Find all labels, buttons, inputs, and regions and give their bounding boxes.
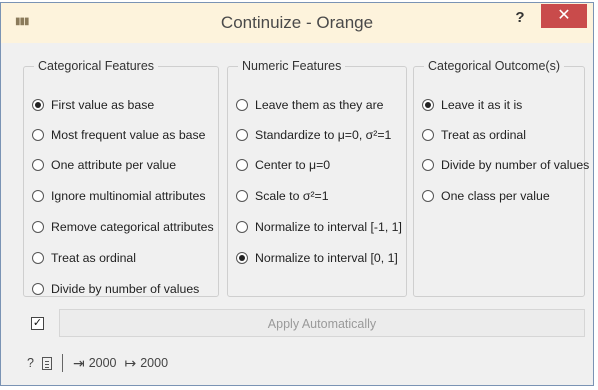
report-icon[interactable] (41, 356, 52, 370)
apply-button[interactable]: Apply Automatically (59, 309, 585, 337)
radio-label: Center to μ=0 (255, 158, 331, 172)
radio-normalize-minus1-1[interactable]: Normalize to interval [-1, 1] (236, 217, 402, 237)
radio-one-attribute-per-value[interactable]: One attribute per value (32, 155, 176, 175)
radio-label: Normalize to interval [-1, 1] (255, 220, 402, 234)
radio-label: Leave it as it is (441, 98, 523, 112)
categorical-outcome-group: Categorical Outcome(s) Leave it as it is… (413, 59, 589, 297)
radio-label: One class per value (441, 189, 550, 203)
radio-icon[interactable] (32, 99, 44, 111)
radio-icon[interactable] (32, 129, 44, 141)
radio-icon[interactable] (236, 252, 248, 264)
status-bar: ? ⇥ 2000 ↦ 2000 (27, 352, 176, 374)
radio-icon[interactable] (422, 129, 434, 141)
help-icon[interactable]: ? (27, 356, 34, 370)
radio-label: Leave them as they are (255, 98, 384, 112)
radio-icon[interactable] (236, 159, 248, 171)
radio-icon[interactable] (32, 283, 44, 295)
radio-label: Remove categorical attributes (51, 220, 214, 234)
radio-center[interactable]: Center to μ=0 (236, 155, 330, 175)
radio-outcome-treat-as-ordinal[interactable]: Treat as ordinal (422, 125, 526, 145)
input-count: 2000 (88, 356, 117, 370)
radio-most-frequent-value[interactable]: Most frequent value as base (32, 125, 206, 145)
output-arrow-icon: ↦ (124, 354, 137, 371)
numeric-features-label: Numeric Features (242, 59, 342, 73)
radio-label: Treat as ordinal (51, 251, 136, 265)
radio-label: Most frequent value as base (51, 128, 206, 142)
radio-label: One attribute per value (51, 158, 177, 172)
radio-icon[interactable] (236, 190, 248, 202)
radio-icon[interactable] (236, 221, 248, 233)
categorical-features-label: Categorical Features (38, 59, 155, 73)
radio-one-class-per-value[interactable]: One class per value (422, 186, 550, 206)
categorical-outcome-label: Categorical Outcome(s) (428, 59, 560, 73)
radio-icon[interactable] (422, 99, 434, 111)
radio-ignore-multinomial[interactable]: Ignore multinomial attributes (32, 186, 205, 206)
radio-label: Divide by number of values (441, 158, 590, 172)
window-title: Continuize - Orange (220, 13, 374, 32)
radio-icon[interactable] (422, 159, 434, 171)
title-bar: ▮▮▮ Continuize - Orange ? ✕ (1, 3, 593, 43)
radio-label: Ignore multinomial attributes (51, 189, 206, 203)
radio-normalize-0-1[interactable]: Normalize to interval [0, 1] (236, 248, 398, 268)
input-summary: ⇥ 2000 (73, 355, 117, 372)
categorical-features-group: Categorical Features First value as base… (23, 59, 219, 297)
radio-icon[interactable] (32, 221, 44, 233)
radio-icon[interactable] (236, 129, 248, 141)
radio-label: Divide by number of values (51, 282, 200, 296)
radio-icon[interactable] (32, 159, 44, 171)
apply-automatically-checkbox[interactable]: ✓ (31, 317, 44, 330)
widget-content: Categorical Features First value as base… (1, 43, 593, 385)
output-summary: ↦ 2000 (125, 355, 169, 372)
radio-leave-it-as-it-is[interactable]: Leave it as it is (422, 95, 522, 115)
input-arrow-icon: ⇥ (72, 354, 85, 371)
radio-icon[interactable] (422, 190, 434, 202)
radio-leave-as-they-are[interactable]: Leave them as they are (236, 95, 384, 115)
radio-divide-by-number[interactable]: Divide by number of values (32, 279, 199, 299)
radio-icon[interactable] (32, 252, 44, 264)
radio-label: Scale to σ²=1 (255, 189, 329, 203)
close-button[interactable]: ✕ (541, 4, 587, 28)
document-icon (41, 356, 52, 370)
radio-label: First value as base (51, 98, 155, 112)
output-count: 2000 (140, 356, 169, 370)
status-divider (61, 354, 63, 372)
continuize-window: ▮▮▮ Continuize - Orange ? ✕ Categorical … (0, 2, 594, 386)
radio-label: Treat as ordinal (441, 128, 526, 142)
radio-icon[interactable] (32, 190, 44, 202)
radio-label: Normalize to interval [0, 1] (255, 251, 398, 265)
radio-treat-as-ordinal[interactable]: Treat as ordinal (32, 248, 136, 268)
radio-standardize[interactable]: Standardize to μ=0, σ²=1 (236, 125, 391, 145)
radio-label: Standardize to μ=0, σ²=1 (255, 128, 392, 142)
radio-outcome-divide-by-number[interactable]: Divide by number of values (422, 155, 589, 175)
numeric-features-group: Numeric Features Leave them as they are … (227, 59, 407, 297)
radio-icon[interactable] (236, 99, 248, 111)
radio-scale[interactable]: Scale to σ²=1 (236, 186, 329, 206)
help-button[interactable]: ? (509, 9, 531, 31)
radio-remove-categorical[interactable]: Remove categorical attributes (32, 217, 214, 237)
radio-first-value-as-base[interactable]: First value as base (32, 95, 154, 115)
